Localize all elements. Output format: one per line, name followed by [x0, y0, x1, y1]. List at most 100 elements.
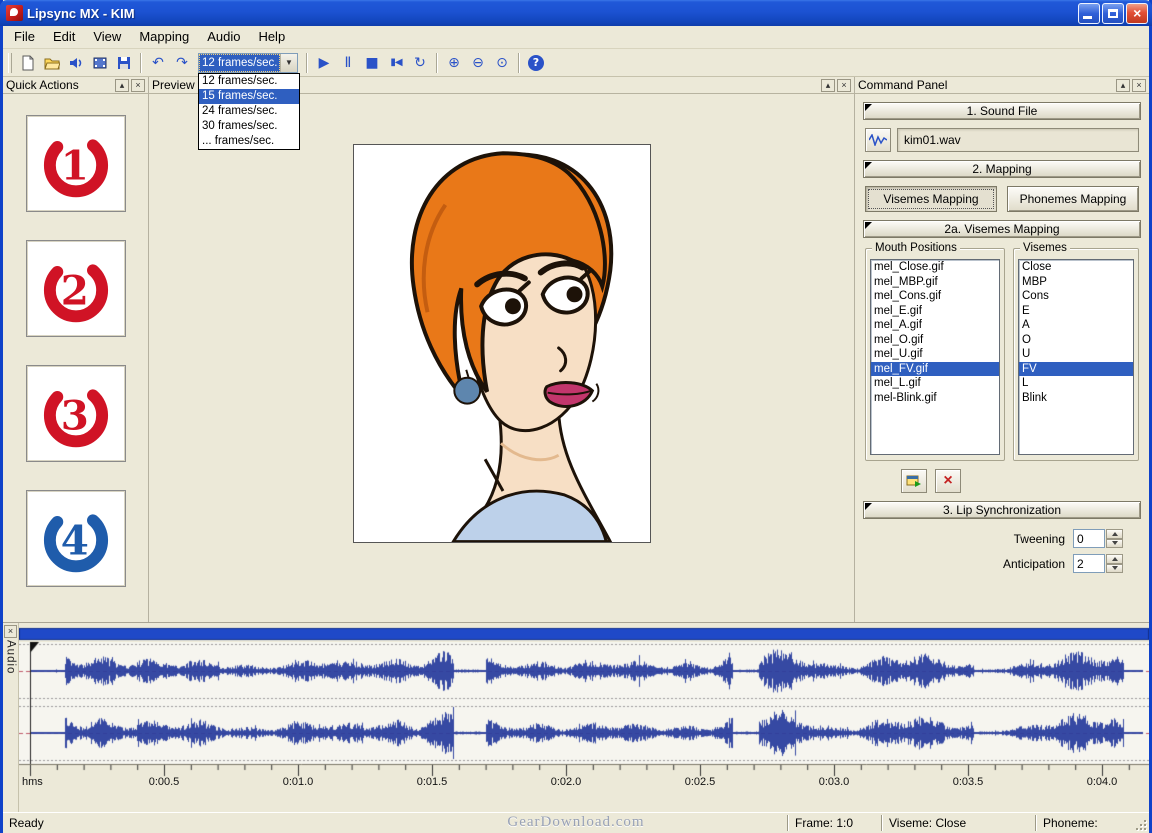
save-button[interactable]: [112, 51, 136, 74]
list-item[interactable]: mel_MBP.gif: [871, 275, 999, 290]
audio-panel-title: Audio: [4, 640, 17, 675]
list-item[interactable]: Close: [1019, 260, 1133, 275]
toolbar-grip[interactable]: [8, 52, 12, 73]
window-title: Lipsync MX - KIM: [27, 5, 135, 21]
list-item[interactable]: mel_O.gif: [871, 333, 999, 348]
collapse-panel-button[interactable]: ▴: [1116, 78, 1130, 92]
new-document-button[interactable]: [16, 51, 40, 74]
zoom-in-icon: ⊕: [448, 54, 460, 71]
list-item[interactable]: mel_A.gif: [871, 318, 999, 333]
status-bar: Ready Frame: 1:0 Viseme: Close Phoneme: …: [3, 812, 1149, 833]
phonemes-mapping-tab[interactable]: Phonemes Mapping: [1007, 186, 1139, 212]
close-panel-button[interactable]: ×: [1132, 78, 1146, 92]
fps-option[interactable]: 15 frames/sec.: [199, 88, 299, 104]
tweening-spin-down-button[interactable]: [1106, 538, 1123, 548]
quick-action-1-icon: 1: [43, 132, 108, 197]
stop-button[interactable]: ■: [360, 51, 384, 74]
list-item[interactable]: O: [1019, 333, 1133, 348]
command-panel-title: Command Panel: [858, 78, 948, 92]
export-movie-button[interactable]: [88, 51, 112, 74]
menu-item-view[interactable]: View: [84, 26, 130, 48]
mouth-positions-list[interactable]: mel_Close.gif mel_MBP.gif mel_Cons.gif mel_…: [870, 259, 1000, 455]
quick-action-3-button[interactable]: 3: [25, 365, 126, 462]
quick-action-4-icon: 4: [43, 507, 108, 572]
list-item[interactable]: mel_Close.gif: [871, 260, 999, 275]
collapse-panel-button[interactable]: ▴: [115, 78, 129, 92]
load-sound-button[interactable]: [865, 128, 891, 152]
waveform-canvas[interactable]: [19, 625, 1149, 793]
sound-file-section-header: 1. Sound File: [863, 102, 1141, 120]
create-mapping-button[interactable]: [901, 469, 927, 493]
close-panel-button[interactable]: ×: [131, 78, 145, 92]
speaker-icon: [70, 57, 82, 68]
visemes-list[interactable]: Close MBP Cons E A O U FV L Blink: [1018, 259, 1134, 455]
visemes-mapping-section-header: 2a. Visemes Mapping: [863, 220, 1141, 238]
toolbar-separator: [306, 52, 308, 73]
anticipation-spin-up-button[interactable]: [1106, 554, 1123, 564]
collapse-panel-button[interactable]: ▴: [821, 78, 835, 92]
play-button[interactable]: ▶: [312, 51, 336, 74]
list-item[interactable]: mel_E.gif: [871, 304, 999, 319]
zoom-out-button[interactable]: ⊖: [466, 51, 490, 74]
sound-filename-field[interactable]: kim01.wav: [897, 128, 1139, 152]
zoom-in-button[interactable]: ⊕: [442, 51, 466, 74]
list-item[interactable]: FV: [1019, 361, 1133, 376]
list-item[interactable]: mel_L.gif: [871, 376, 999, 391]
list-item[interactable]: E: [1019, 304, 1133, 319]
list-item[interactable]: mel-Blink.gif: [871, 391, 999, 406]
import-audio-button[interactable]: [64, 51, 88, 74]
help-button[interactable]: ?: [524, 51, 548, 74]
undo-icon: ↶: [152, 54, 164, 71]
list-item[interactable]: MBP: [1019, 275, 1133, 290]
zoom-fit-button[interactable]: ⊙: [490, 51, 514, 74]
fps-option[interactable]: 30 frames/sec.: [199, 119, 299, 134]
fps-selected-value[interactable]: 12 frames/sec.: [199, 53, 280, 72]
fps-option[interactable]: ... frames/sec.: [199, 134, 299, 149]
close-panel-button[interactable]: ×: [837, 78, 851, 92]
maximize-button[interactable]: [1102, 2, 1124, 24]
menu-item-help[interactable]: Help: [249, 26, 294, 48]
menu-item-file[interactable]: File: [5, 26, 44, 48]
visemes-mapping-tab[interactable]: Visemes Mapping: [865, 186, 997, 212]
down-arrow-icon: [1111, 541, 1118, 548]
menu-item-mapping[interactable]: Mapping: [130, 26, 198, 48]
list-item[interactable]: L: [1019, 376, 1133, 391]
save-disk-icon: [118, 56, 130, 69]
list-item[interactable]: U: [1019, 347, 1133, 362]
redo-button[interactable]: ↷: [170, 51, 194, 74]
svg-text:4: 4: [60, 516, 88, 564]
tweening-spin-up-button[interactable]: [1106, 529, 1123, 539]
quick-action-4-button[interactable]: 4: [25, 490, 126, 587]
loop-icon: ↻: [414, 54, 426, 71]
list-item[interactable]: mel_U.gif: [871, 347, 999, 362]
minimize-button[interactable]: [1078, 2, 1100, 24]
fps-option[interactable]: 24 frames/sec.: [199, 104, 299, 119]
anticipation-input[interactable]: [1073, 554, 1105, 573]
up-arrow-icon: [1111, 529, 1118, 536]
loop-button[interactable]: ↻: [408, 51, 432, 74]
resize-grip[interactable]: [1134, 818, 1148, 832]
tweening-input[interactable]: [1073, 529, 1105, 548]
fps-dropdown-button[interactable]: ▼: [280, 53, 297, 72]
menu-item-edit[interactable]: Edit: [44, 26, 84, 48]
list-item[interactable]: Blink: [1019, 391, 1133, 406]
anticipation-spin-down-button[interactable]: [1106, 563, 1123, 573]
main-area: Quick Actions ▴ × 1234 Preview ▴ × Comma…: [3, 77, 1149, 622]
delete-mapping-button[interactable]: ×: [935, 469, 961, 493]
list-item[interactable]: mel_FV.gif: [871, 361, 999, 376]
list-item[interactable]: A: [1019, 318, 1133, 333]
status-phoneme: Phoneme:: [1043, 816, 1098, 830]
menu-item-audio[interactable]: Audio: [198, 26, 249, 48]
close-audio-panel-button[interactable]: ×: [4, 625, 17, 638]
go-to-start-button[interactable]: ▮◀: [384, 51, 408, 74]
close-button[interactable]: ×: [1126, 2, 1148, 24]
undo-button[interactable]: ↶: [146, 51, 170, 74]
quick-action-2-button[interactable]: 2: [25, 240, 126, 337]
list-item[interactable]: mel_Cons.gif: [871, 289, 999, 304]
open-file-button[interactable]: [40, 51, 64, 74]
list-item[interactable]: Cons: [1019, 289, 1133, 304]
delete-icon: ×: [943, 472, 953, 489]
quick-action-1-button[interactable]: 1: [25, 115, 126, 212]
pause-button[interactable]: Ⅱ: [336, 51, 360, 74]
fps-option[interactable]: 12 frames/sec.: [199, 74, 299, 89]
